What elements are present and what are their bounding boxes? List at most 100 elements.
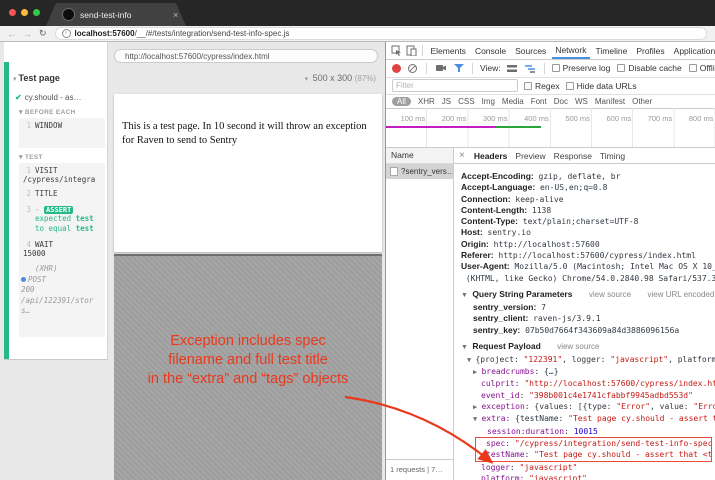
type-filter[interactable]: Other bbox=[632, 97, 652, 106]
details-tab[interactable]: Response bbox=[554, 151, 592, 161]
command-xhr[interactable]: (XHR) POST 200 /api/122391/stor s… bbox=[21, 264, 103, 317]
type-filter[interactable]: Media bbox=[502, 97, 524, 106]
view-url-encoded-link[interactable]: view URL encoded bbox=[647, 290, 714, 299]
checkbox-icon[interactable] bbox=[566, 82, 574, 90]
view-source-link[interactable]: view source bbox=[557, 342, 599, 351]
back-icon[interactable]: ← bbox=[7, 29, 16, 39]
payload-line[interactable]: event_id: "398b001c4e1741cfabbf9945adbd5… bbox=[461, 390, 715, 401]
devtools-tab[interactable]: Application bbox=[670, 44, 715, 58]
devtools-tab[interactable]: Console bbox=[471, 44, 509, 58]
before-each-section[interactable]: ▾BEFORE EACH bbox=[19, 108, 105, 116]
toolbar-checkbox[interactable]: Preserve log bbox=[552, 63, 611, 73]
regex-checkbox[interactable]: Regex bbox=[524, 81, 560, 91]
devtools-tab[interactable]: Sources bbox=[512, 44, 550, 58]
collapse-caret-icon[interactable]: ▾ bbox=[13, 76, 17, 83]
payload-line[interactable]: ▼ extra: {testName: "Test page cy.should… bbox=[461, 413, 715, 425]
details-tab[interactable]: Timing bbox=[600, 151, 625, 161]
collapse-caret-icon[interactable]: ▼ bbox=[461, 344, 468, 351]
filter-input[interactable] bbox=[392, 79, 518, 92]
command-assert[interactable]: 3 - ASSERT expected test to equal test bbox=[21, 205, 103, 234]
reload-icon[interactable]: ↻ bbox=[39, 28, 47, 39]
payload-line[interactable]: ▼ {project: "122391", logger: "javascrip… bbox=[461, 354, 715, 366]
checkbox-icon[interactable] bbox=[617, 64, 625, 72]
screenshot-camera-icon[interactable] bbox=[434, 62, 447, 74]
details-tab[interactable]: Preview bbox=[515, 151, 545, 161]
devtools-tab[interactable]: Network bbox=[552, 43, 590, 59]
header-line: Host: sentry.io bbox=[461, 227, 715, 238]
toolbar-checkbox[interactable]: Offline bbox=[689, 63, 715, 73]
command-visit[interactable]: 1 VISIT /cypress/integra bbox=[21, 166, 103, 184]
tab-close-icon[interactable]: × bbox=[173, 10, 178, 20]
app-under-test-frame: This is a test page. In 10 second it wil… bbox=[114, 94, 382, 252]
payload-line[interactable]: culprit: "http://localhost:57600/cypress… bbox=[461, 378, 715, 389]
name-column-header[interactable]: Name bbox=[386, 148, 453, 164]
test-section[interactable]: ▾TEST bbox=[19, 153, 105, 161]
type-filter[interactable]: WS bbox=[575, 97, 588, 106]
request-list: Name ?sentry_vers… bbox=[386, 148, 454, 459]
type-filter[interactable]: CSS bbox=[458, 97, 474, 106]
viewport-size[interactable]: ▾ 500 x 300 (87%) bbox=[108, 73, 376, 83]
view-list-icon[interactable] bbox=[506, 62, 519, 74]
maximize-window-button[interactable] bbox=[33, 9, 40, 16]
chevron-down-icon[interactable]: ▾ bbox=[305, 76, 309, 83]
page-info-icon[interactable]: i bbox=[62, 29, 71, 38]
filter-funnel-icon[interactable] bbox=[452, 62, 465, 74]
aut-url-pill[interactable]: http://localhost:57600/cypress/index.htm… bbox=[114, 49, 378, 63]
hide-data-urls-checkbox[interactable]: Hide data URLs bbox=[566, 81, 637, 91]
type-filter[interactable]: Img bbox=[482, 97, 495, 106]
device-toolbar-icon[interactable] bbox=[405, 45, 418, 57]
close-window-button[interactable] bbox=[9, 9, 16, 16]
payload-line[interactable]: spec: "/cypress/integration/send-test-in… bbox=[475, 437, 712, 449]
payload-line[interactable]: ▶ breadcrumbs: {…} bbox=[461, 366, 715, 378]
toolbar-checkbox[interactable]: Disable cache bbox=[617, 63, 681, 73]
checkbox-icon[interactable] bbox=[524, 82, 532, 90]
assert-message: expected test to equal test bbox=[35, 214, 103, 234]
collapse-caret-icon[interactable]: ▾ bbox=[19, 154, 23, 161]
header-line: Origin: http://localhost:57600 bbox=[461, 239, 715, 250]
payload-line[interactable]: session:duration: 10015 bbox=[461, 426, 715, 437]
type-filter[interactable]: All bbox=[392, 97, 411, 106]
type-filter[interactable]: Doc bbox=[554, 97, 568, 106]
devtools-tab[interactable]: Profiles bbox=[633, 44, 668, 58]
collapse-caret-icon[interactable]: ▼ bbox=[461, 292, 468, 299]
header-line: User-Agent: Mozilla/5.0 (Macintosh; Inte… bbox=[461, 261, 715, 284]
minimize-window-button[interactable] bbox=[21, 9, 28, 16]
view-source-link[interactable]: view source bbox=[589, 290, 631, 299]
view-waterfall-icon[interactable] bbox=[524, 62, 537, 74]
collapse-caret-icon[interactable]: ▾ bbox=[19, 109, 23, 116]
browser-titlebar: send-test-info × bbox=[0, 0, 715, 26]
url-host: localhost:57600 bbox=[75, 29, 135, 38]
clear-icon[interactable] bbox=[406, 62, 419, 74]
record-button[interactable] bbox=[392, 64, 401, 73]
checkbox-icon[interactable] bbox=[552, 64, 560, 72]
devtools-tab[interactable]: Timeline bbox=[592, 44, 631, 58]
checkbox-icon[interactable] bbox=[689, 64, 697, 72]
forward-icon[interactable]: → bbox=[23, 29, 32, 39]
payload-line[interactable]: testName: "Test page cy.should - assert … bbox=[475, 449, 712, 461]
close-icon[interactable]: × bbox=[459, 150, 465, 161]
network-overview[interactable]: 100 ms200 ms300 ms400 ms500 ms600 ms700 … bbox=[386, 108, 715, 148]
request-row-selected[interactable]: ?sentry_vers… bbox=[386, 164, 453, 179]
ruler-label: 500 ms bbox=[551, 108, 592, 123]
payload-line[interactable]: ▶ exception: {values: [{type: "Error", v… bbox=[461, 401, 715, 413]
inspect-element-icon[interactable] bbox=[390, 45, 403, 57]
test-page-text: This is a test page. In 10 second it wil… bbox=[114, 94, 382, 148]
address-bar[interactable]: i localhost:57600/__/#/tests/integration… bbox=[55, 27, 707, 40]
payload-line[interactable]: logger: "javascript" bbox=[461, 462, 715, 473]
type-filter[interactable]: JS bbox=[442, 97, 451, 106]
payload-line[interactable]: platform: "javascript" bbox=[461, 473, 715, 480]
command-wait[interactable]: 4 WAIT 15000 bbox=[21, 240, 103, 258]
test-title[interactable]: ✔cy.should - as… bbox=[15, 93, 105, 102]
suite-title[interactable]: ▾Test page bbox=[13, 68, 105, 86]
command-title[interactable]: 2 TITLE bbox=[21, 189, 103, 198]
before-each-commands: 1 WINDOW bbox=[19, 118, 105, 148]
type-filter[interactable]: XHR bbox=[418, 97, 435, 106]
type-filter[interactable]: Font bbox=[531, 97, 547, 106]
type-filter[interactable]: Manifest bbox=[595, 97, 625, 106]
traffic-lights[interactable] bbox=[9, 9, 40, 16]
browser-tab[interactable]: send-test-info × bbox=[46, 3, 186, 26]
command-window[interactable]: 1 WINDOW bbox=[21, 121, 103, 130]
details-tab[interactable]: Headers bbox=[474, 151, 508, 161]
devtools-tab[interactable]: Elements bbox=[427, 44, 469, 58]
query-string-section-header: ▼ Query String Parameters view source vi… bbox=[461, 288, 715, 302]
